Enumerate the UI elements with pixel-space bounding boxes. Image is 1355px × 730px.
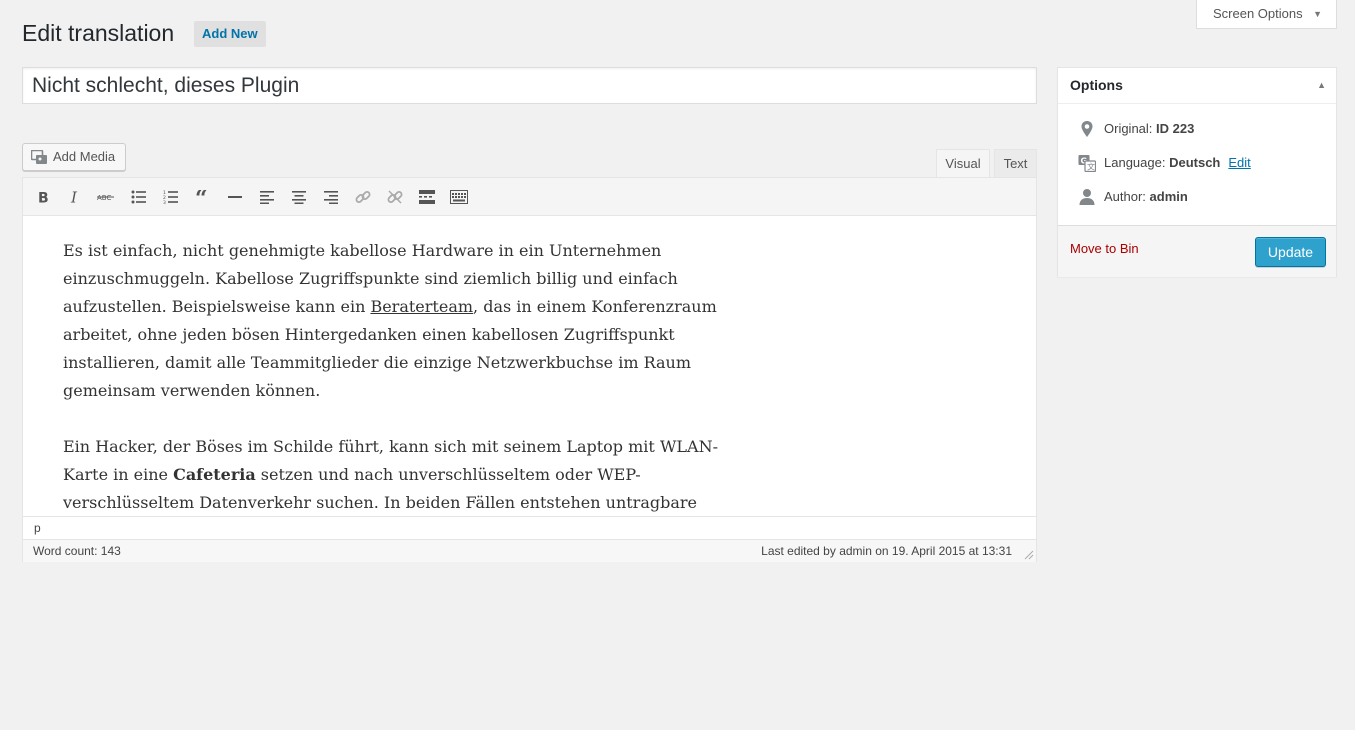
insert-link-icon[interactable] [351,185,375,209]
editor-content[interactable]: Es ist einfach, nicht genehmigte kabello… [23,216,1036,516]
add-new-button[interactable]: Add New [194,21,266,47]
svg-text:3: 3 [163,200,166,204]
screen-options-label: Screen Options [1213,6,1303,21]
align-right-icon[interactable] [319,185,343,209]
content-paragraph: Ein Hacker, der Böses im Schilde führt, … [63,433,728,516]
author-label: Author: [1104,189,1146,204]
screen-options-button[interactable]: Screen Options ▼ [1196,0,1337,29]
user-icon [1079,189,1095,205]
read-more-icon[interactable] [415,185,439,209]
editor-toolbar: B I ABC 123 “ [23,178,1036,216]
options-panel: Options ▲ Original: ID 223 G文 Language: … [1057,67,1337,277]
add-media-button[interactable]: Add Media [22,143,126,171]
svg-text:ABC: ABC [97,194,111,202]
tab-text[interactable]: Text [994,149,1037,178]
post-title-input[interactable]: Nicht schlecht, dieses Plugin [22,67,1037,104]
editor-statusbar: Word count: 143 Last edited by admin on … [23,539,1036,562]
language-label: Language: [1104,155,1166,170]
element-path[interactable]: p [23,516,1036,539]
svg-text:I: I [70,190,78,204]
resize-handle-icon[interactable] [1024,550,1034,560]
page-title: Edit translation [22,20,175,46]
svg-text:“: “ [195,190,208,204]
media-icon [31,150,47,164]
tab-visual[interactable]: Visual [936,149,990,178]
toolbar-toggle-icon[interactable] [447,185,471,209]
bold-icon[interactable]: B [31,185,55,209]
align-left-icon[interactable] [255,185,279,209]
collapse-toggle-icon[interactable]: ▲ [1317,68,1326,103]
content-link[interactable]: Beraterteam [370,297,473,316]
remove-link-icon[interactable] [383,185,407,209]
bulleted-list-icon[interactable] [127,185,151,209]
blockquote-icon[interactable]: “ [191,185,215,209]
italic-icon[interactable]: I [63,185,87,209]
last-edited-info: Last edited by admin on 19. April 2015 a… [761,544,1012,558]
strikethrough-icon[interactable]: ABC [94,185,118,209]
align-center-icon[interactable] [287,185,311,209]
svg-text:B: B [38,191,49,205]
svg-text:文: 文 [1087,162,1095,172]
language-value: Deutsch [1169,155,1221,170]
translation-icon: G文 [1078,155,1096,172]
update-button[interactable]: Update [1255,237,1326,267]
options-panel-title: Options [1070,77,1123,93]
options-panel-footer: Move to Bin Update [1058,225,1336,277]
content-editor: B I ABC 123 “ Es ist einfach, nicht gene… [22,177,1037,562]
edit-language-link[interactable]: Edit [1228,155,1250,170]
options-panel-header[interactable]: Options ▲ [1058,68,1336,104]
caret-down-icon: ▼ [1313,9,1322,19]
horizontal-line-icon[interactable] [223,185,247,209]
word-count: Word count: 143 [33,544,121,558]
location-pin-icon [1081,121,1093,137]
move-to-bin-link[interactable]: Move to Bin [1070,241,1139,256]
original-value: ID 223 [1156,121,1195,136]
bold-text: Cafeteria [173,465,256,484]
add-media-label: Add Media [53,149,116,164]
numbered-list-icon[interactable]: 123 [159,185,183,209]
author-value: admin [1149,189,1188,204]
original-label: Original: [1104,121,1153,136]
content-paragraph: Es ist einfach, nicht genehmigte kabello… [63,237,728,405]
